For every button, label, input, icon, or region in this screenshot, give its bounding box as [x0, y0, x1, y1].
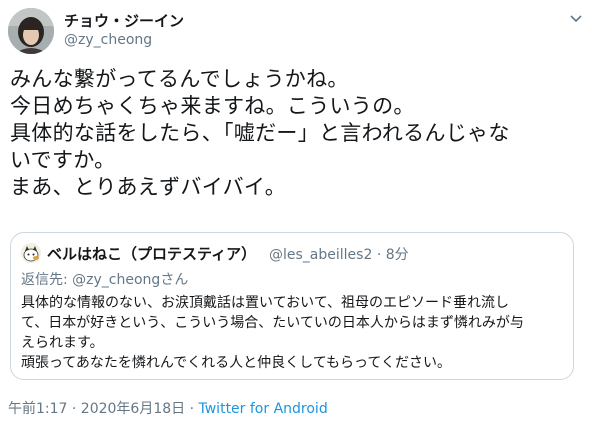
- chevron-down-icon[interactable]: [568, 10, 584, 26]
- tweet-footer: 午前1:17 · 2020年6月18日 · Twitter for Androi…: [8, 398, 328, 418]
- tweet-source-link[interactable]: Twitter for Android: [199, 401, 328, 417]
- tweet-text-line: 今日めちゃくちゃ来ますね。こういうの。: [10, 94, 415, 118]
- reply-mention: @zy_cheong: [72, 272, 161, 288]
- reply-context: 返信先: @zy_cheongさん: [21, 269, 188, 289]
- tweet-text-line: みんな繋がってるんでしょうかね。: [10, 67, 349, 91]
- tweet-text: みんな繋がってるんでしょうかね。 今日めちゃくちゃ来ますね。こういうの。 具体的…: [10, 66, 582, 201]
- quoted-text-line: 頑張ってあなたを憐れんでくれる人と仲良くしてもらってください。: [21, 355, 451, 371]
- quoted-time: 8分: [385, 247, 409, 263]
- tweet-timestamp[interactable]: 午前1:17 · 2020年6月18日 ·: [8, 401, 199, 417]
- reply-suffix: さん: [160, 272, 189, 288]
- quoted-tweet[interactable]: ベルはねこ（プロテスティア） @les_abeilles2 · 8分 返信先: …: [10, 232, 574, 380]
- author-display-name[interactable]: チョウ・ジーイン: [64, 10, 184, 31]
- quoted-text-line: て、日本が好きという、こういう場合、たいていの日本人からはまず憐れみが与: [21, 315, 524, 331]
- tweet-text-line: まあ、とりあえずバイバイ。: [10, 175, 287, 199]
- meta-separator: ·: [376, 247, 382, 263]
- avatar[interactable]: [8, 8, 54, 54]
- author-handle[interactable]: @zy_cheong: [64, 32, 152, 48]
- quoted-text-line: 具体的な情報のない、お涙頂戴話は置いておいて、祖母のエピソード垂れ流し: [21, 295, 510, 311]
- quoted-handle: @les_abeilles2: [269, 247, 373, 263]
- tweet-text-line: いですか。: [10, 148, 116, 172]
- quoted-avatar: [21, 243, 41, 263]
- quoted-text: 具体的な情報のない、お涙頂戴話は置いておいて、祖母のエピソード垂れ流し て、日本…: [21, 293, 567, 373]
- quoted-text-line: えられます。: [21, 335, 104, 351]
- tweet: チョウ・ジーイン @zy_cheong みんな繋がってるんでしょうかね。 今日め…: [0, 0, 592, 422]
- tweet-text-line: 具体的な話をしたら、「嘘だー」と言われるんじゃな: [10, 121, 510, 145]
- reply-prefix: 返信先:: [21, 272, 73, 288]
- quoted-display-name: ベルはねこ（プロテスティア）: [47, 245, 257, 263]
- quoted-meta: @les_abeilles2 · 8分: [269, 244, 409, 264]
